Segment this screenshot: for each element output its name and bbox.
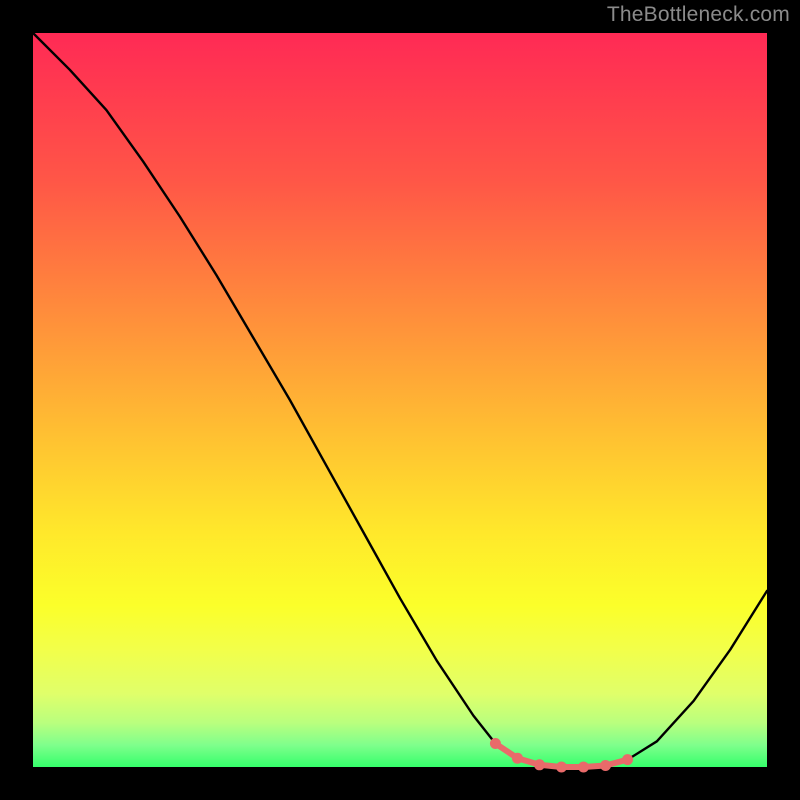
highlight-point	[578, 762, 589, 773]
chart-stage: TheBottleneck.com	[0, 0, 800, 800]
highlight-point	[556, 762, 567, 773]
highlight-point	[512, 753, 523, 764]
optimal-region-highlight	[490, 738, 633, 772]
highlight-point	[622, 754, 633, 765]
bottleneck-curve	[33, 33, 767, 767]
plot-svg	[33, 33, 767, 767]
watermark-label: TheBottleneck.com	[607, 3, 790, 27]
highlight-point	[600, 760, 611, 771]
plot-area	[33, 33, 767, 767]
highlight-point	[534, 759, 545, 770]
highlight-point	[490, 738, 501, 749]
